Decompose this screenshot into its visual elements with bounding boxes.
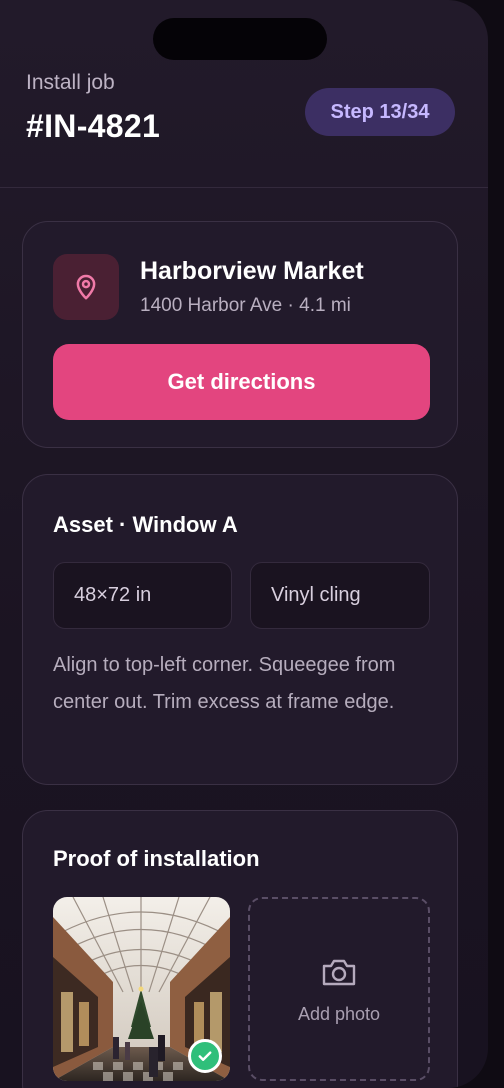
map-pin-icon (53, 254, 119, 320)
asset-title: Asset · Window A (53, 512, 238, 537)
camera-icon (321, 957, 357, 992)
step-badge: Step 13/34 (305, 88, 455, 136)
asset-size-chip: 48×72 in (53, 562, 232, 629)
job-id-title: #IN-4821 (26, 108, 161, 144)
proof-card: Proof of installation Add photo (22, 810, 458, 1088)
asset-install-notes: Align to top-left corner. Squeegee from … (53, 654, 396, 713)
verified-check-icon (188, 1039, 222, 1073)
add-photo-label: Add photo (297, 1004, 381, 1024)
app-screen: Install job #IN-4821 Step 13/34 Harborvi… (0, 0, 488, 1088)
location-card: Harborview Market 1400 Harbor Ave · 4.1 … (22, 221, 458, 448)
asset-material-chip: Vinyl cling (250, 562, 430, 629)
add-photo-button[interactable]: Add photo (248, 897, 430, 1081)
get-directions-button[interactable]: Get directions (53, 344, 430, 420)
job-header: Install job #IN-4821 Step 13/34 (0, 0, 488, 188)
location-address: 1400 Harbor Ave · 4.1 mi (140, 295, 351, 316)
header-eyebrow: Install job (26, 71, 115, 94)
asset-card: Asset · Window A 48×72 in Vinyl cling Al… (22, 474, 458, 785)
proof-title: Proof of installation (53, 846, 260, 871)
location-name: Harborview Market (140, 257, 364, 285)
